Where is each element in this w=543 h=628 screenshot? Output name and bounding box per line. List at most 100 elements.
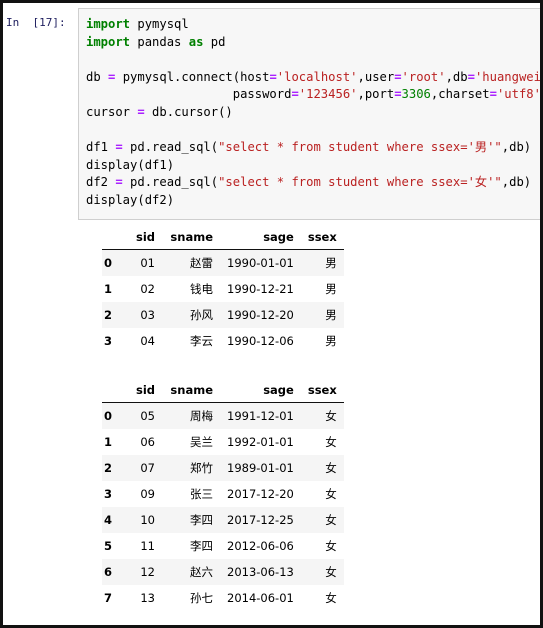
table-cell-sage: 2014-06-01 xyxy=(227,591,294,605)
code-token: ,db) xyxy=(501,140,532,155)
code-token: = xyxy=(137,104,145,119)
table-cell-sid: 09 xyxy=(140,487,155,501)
code-cell[interactable]: In [17]: import pymysql import pandas as… xyxy=(6,8,540,220)
table-row: 7 13 孙七 2014-06-01 女 xyxy=(102,585,344,611)
table-row: 3 04 李云 1990-12-06 男 xyxy=(102,328,344,354)
table-cell-ssex: 男 xyxy=(325,282,337,296)
table-cell-sname: 赵雷 xyxy=(190,256,213,270)
row-index-cell: 6 xyxy=(104,565,113,579)
table-row: 1 06 吴兰 1992-01-01 女 xyxy=(102,429,344,455)
code-token: ,charset xyxy=(430,87,490,102)
code-token: = xyxy=(394,69,402,84)
table-row: 4 10 李四 2017-12-25 女 xyxy=(102,507,344,533)
table-cell-sid: 12 xyxy=(140,565,155,579)
column-header-sid: sid xyxy=(126,228,162,250)
table-cell-ssex: 男 xyxy=(325,334,337,348)
row-index-cell: 0 xyxy=(104,256,113,270)
code-token: pandas xyxy=(130,34,189,49)
code-token: 'utf8' xyxy=(496,87,541,102)
column-header-sage: sage xyxy=(220,228,301,250)
table-cell-sage: 1989-01-01 xyxy=(227,461,294,475)
index-header-cell xyxy=(102,228,126,250)
table-cell-sage: 2012-06-06 xyxy=(227,539,294,553)
table-cell-sid: 07 xyxy=(140,461,155,475)
code-token: = xyxy=(269,69,277,84)
table-row: 3 09 张三 2017-12-20 女 xyxy=(102,481,344,507)
table-cell-sname: 郑竹 xyxy=(190,461,213,475)
code-token: as xyxy=(188,34,204,49)
table-cell-sage: 1990-01-01 xyxy=(227,256,294,270)
header-row: sid sname sage ssex xyxy=(102,381,344,403)
code-token: pymysql xyxy=(130,17,189,31)
row-index-cell: 4 xyxy=(104,513,113,527)
code-token: cursor xyxy=(86,104,138,119)
table-row: 5 11 李四 2012-06-06 女 xyxy=(102,533,344,559)
table-cell-ssex: 女 xyxy=(325,409,337,423)
column-header-sid: sid xyxy=(126,381,162,403)
code-token: ,db) xyxy=(501,175,532,190)
code-token: ,user xyxy=(357,69,395,84)
table-cell-ssex: 女 xyxy=(325,487,337,501)
table-body: 0 05 周梅 1991-12-01 女 1 06 吴兰 1992-01-01 女 2 07 郑竹 198… xyxy=(102,402,344,611)
header-row: sid sname sage ssex xyxy=(102,228,344,250)
table-cell-sname: 吴兰 xyxy=(190,435,213,449)
code-token: ,port xyxy=(357,87,395,102)
table-cell-sage: 1991-12-01 xyxy=(227,409,294,423)
table-cell-ssex: 女 xyxy=(325,539,337,553)
table-cell-sid: 04 xyxy=(140,334,155,348)
table-cell-sage: 1992-01-01 xyxy=(227,435,294,449)
dataframe-output-df2: sid sname sage ssex 0 05 周梅 1991-12-01 女 1 06 吴兰 19… xyxy=(102,381,344,611)
table-cell-sage: 2013-06-13 xyxy=(227,565,294,579)
table-header: sid sname sage ssex xyxy=(102,228,344,250)
table-cell-sname: 李云 xyxy=(190,334,213,348)
row-index-cell: 7 xyxy=(104,591,113,605)
code-token: df2 xyxy=(86,175,116,190)
table-row: 6 12 赵六 2013-06-13 女 xyxy=(102,559,344,585)
code-token: 'localhost' xyxy=(276,69,358,84)
table-cell-ssex: 女 xyxy=(325,513,337,527)
code-input-area[interactable]: import pymysql import pandas as pd db = … xyxy=(78,8,541,220)
code-token: = xyxy=(115,175,123,190)
table-cell-ssex: 男 xyxy=(325,256,337,270)
code-token: "select * from student where ssex='女'" xyxy=(218,175,502,190)
code-token: = xyxy=(467,69,475,84)
table-cell-sid: 06 xyxy=(140,435,155,449)
table-cell-ssex: 女 xyxy=(325,435,337,449)
table-row: 0 05 周梅 1991-12-01 女 xyxy=(102,402,344,429)
code-token: 3306 xyxy=(401,87,431,102)
table-cell-sid: 13 xyxy=(140,591,155,605)
table-cell-ssex: 女 xyxy=(325,591,337,605)
row-index-cell: 3 xyxy=(104,487,113,501)
index-header-cell xyxy=(102,381,126,403)
code-token: '123456' xyxy=(298,87,358,102)
table-cell-sage: 1990-12-20 xyxy=(227,308,294,322)
code-token: password xyxy=(86,87,292,102)
code-token: = xyxy=(489,87,497,102)
code-token: pd.read_sql( xyxy=(122,140,219,155)
row-index-cell: 5 xyxy=(104,539,113,553)
column-header-sname: sname xyxy=(162,228,220,250)
table-cell-sage: 1990-12-06 xyxy=(227,334,294,348)
column-header-ssex: ssex xyxy=(300,381,344,403)
cell-prompt-label: In [17]: xyxy=(6,16,66,29)
code-token: pd xyxy=(203,34,226,49)
code-token: df1 xyxy=(86,140,116,155)
code-source[interactable]: import pymysql import pandas as pd db = … xyxy=(86,16,541,210)
row-index-cell: 1 xyxy=(104,435,113,449)
table-cell-sname: 李四 xyxy=(190,513,213,527)
table-cell-sid: 10 xyxy=(140,513,155,527)
table-cell-sid: 03 xyxy=(140,308,155,322)
dataframe-table: sid sname sage ssex 0 05 周梅 1991-12-01 女 1 06 吴兰 19… xyxy=(102,381,344,611)
table-cell-sname: 赵六 xyxy=(190,565,213,579)
code-token: 'root' xyxy=(401,69,446,84)
code-token: = xyxy=(394,87,402,102)
table-header: sid sname sage ssex xyxy=(102,381,344,403)
notebook-page: In [17]: import pymysql import pandas as… xyxy=(0,0,543,628)
code-token: pymysql.connect(host xyxy=(115,69,270,84)
table-row: 0 01 赵雷 1990-01-01 男 xyxy=(102,249,344,276)
table-cell-sname: 孙七 xyxy=(190,591,213,605)
table-cell-sage: 2017-12-20 xyxy=(227,487,294,501)
dataframe-table: sid sname sage ssex 0 01 赵雷 1990-01-01 男 1 02 钱电 19… xyxy=(102,228,344,354)
table-cell-sid: 11 xyxy=(140,539,155,553)
column-header-sname: sname xyxy=(162,381,220,403)
